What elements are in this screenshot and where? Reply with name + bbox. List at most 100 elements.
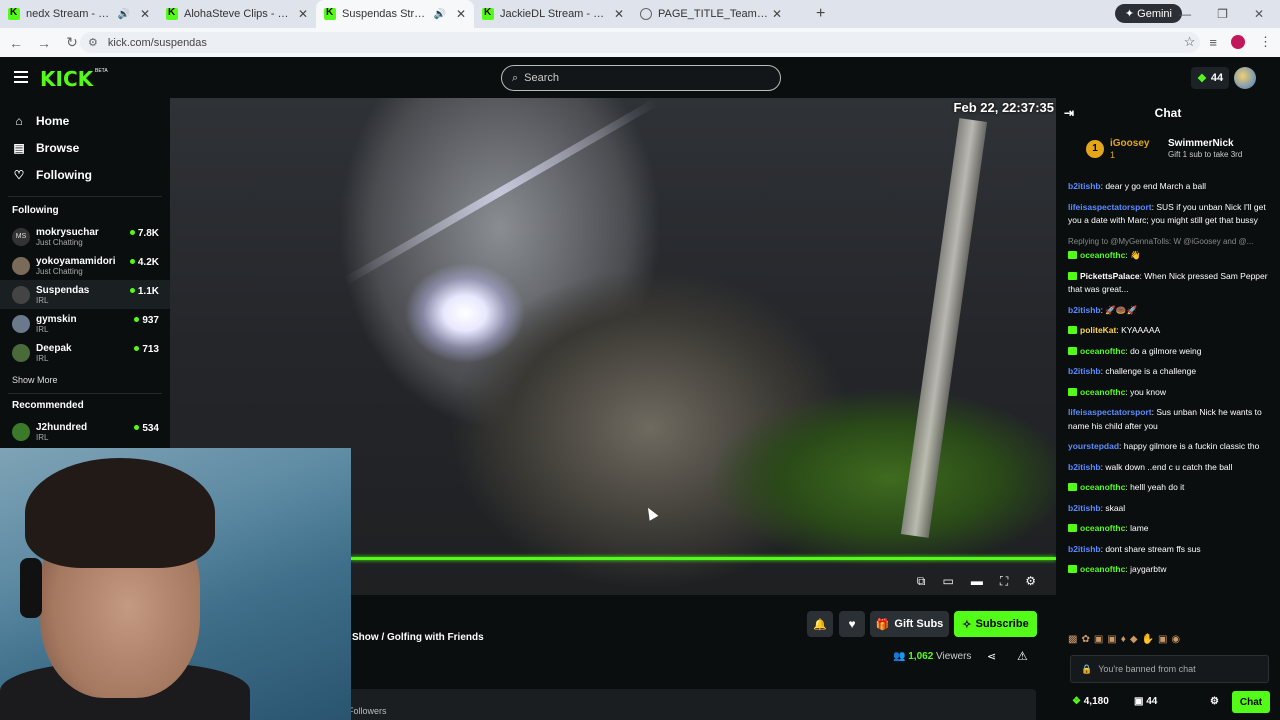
chat-username[interactable]: oceanofthc <box>1080 387 1125 397</box>
chat-settings-icon[interactable]: ⚙ <box>1210 696 1219 707</box>
browser-tab[interactable]: AlohaSteve Clips - Watch Live o✕ <box>158 0 316 28</box>
chat-username[interactable]: oceanofthc <box>1080 523 1125 533</box>
window-controls: — ❐ ✕ <box>1179 0 1280 28</box>
chat-input-banned: 🔒 You're banned from chat <box>1070 655 1269 683</box>
chat-username[interactable]: oceanofthc <box>1080 482 1125 492</box>
points-badge[interactable]: ❖ 44 <box>1191 67 1230 89</box>
menu-icon[interactable] <box>14 71 28 83</box>
close-tab-icon[interactable]: ✕ <box>772 7 782 21</box>
star-icon: ✧ <box>962 618 972 631</box>
fullscreen-icon[interactable]: ⛶ <box>1000 574 1008 589</box>
sidebar-nav-browse[interactable]: ▤ Browse <box>0 134 170 161</box>
home-icon: ⌂ <box>15 113 23 128</box>
sidebar-channel[interactable]: Suspendas IRL 1.1K <box>0 280 170 309</box>
collapse-chat-icon[interactable]: ⇥ <box>1064 106 1074 120</box>
site-info-icon[interactable]: ⚙ <box>88 36 98 49</box>
show-more-link[interactable]: Show More <box>0 375 170 385</box>
emote-bar[interactable]: ▩✿▣▣♦◆✋▣◉ <box>1068 634 1184 645</box>
chat-username[interactable]: b2itishb <box>1068 544 1101 554</box>
reply-context: Replying to @MyGennaTolls: W @iGoosey an… <box>1068 236 1254 246</box>
share-icon[interactable]: ⋖ <box>987 650 996 663</box>
gift-leaderboard[interactable]: 1 iGoosey 1 SwimmerNick Gift 1 sub to ta… <box>1084 136 1274 166</box>
chat-message: b2itishb: 🚀🍩🚀 <box>1068 304 1138 315</box>
chat-username[interactable]: b2itishb <box>1068 305 1101 315</box>
browser-menu-icon[interactable]: ⋮ <box>1259 34 1272 50</box>
chat-username[interactable]: oceanofthc <box>1080 346 1125 356</box>
kick-favicon <box>8 7 20 20</box>
speaker-icon[interactable]: 🔊 <box>433 9 445 20</box>
points-icon: ❖ <box>1072 696 1084 707</box>
subscribe-button[interactable]: ✧ Subscribe <box>954 611 1037 637</box>
speaker-icon[interactable]: 🔊 <box>117 9 129 20</box>
pip-icon[interactable]: ⧉ <box>917 574 926 589</box>
gift-icon: ▣ <box>1134 696 1147 707</box>
gift-subs-button[interactable]: 🎁 Gift Subs <box>870 611 949 637</box>
channel-name: gymskin <box>36 313 77 325</box>
chat-username[interactable]: yourstepdad <box>1068 441 1119 451</box>
sidebar-nav-following[interactable]: ♡ Following <box>0 161 170 188</box>
gift-count[interactable]: ▣ 44 <box>1134 696 1157 707</box>
follow-heart-button[interactable]: ♥ <box>839 611 865 637</box>
sidebar-nav-home[interactable]: ⌂ Home <box>0 107 170 134</box>
back-icon[interactable]: ← <box>4 35 28 51</box>
new-tab-button[interactable]: + <box>816 5 825 23</box>
close-tab-icon[interactable]: ✕ <box>614 7 624 21</box>
browser-tab[interactable]: JackieDL Stream - Watch Live o✕ <box>474 0 632 28</box>
media-control-icon[interactable]: ≡ <box>1209 35 1217 50</box>
minimize-icon[interactable]: — <box>1179 7 1191 21</box>
gemini-button[interactable]: ✦ Gemini <box>1114 4 1182 23</box>
sidebar-channel[interactable]: gymskin IRL 937 <box>0 309 170 338</box>
browser-tab[interactable]: PAGE_TITLE_TeamsUnits_AfterSt✕ <box>632 0 790 28</box>
send-chat-button[interactable]: Chat <box>1232 691 1270 713</box>
browser-tab[interactable]: Suspendas Stream - Watch🔊✕ <box>316 0 474 28</box>
search-icon: ⌕ <box>512 71 519 84</box>
url-field[interactable]: ⚙ kick.com/suspendas <box>80 32 1200 53</box>
close-tab-icon[interactable]: ✕ <box>140 7 150 21</box>
bookmark-star-icon[interactable]: ☆ <box>1184 34 1196 50</box>
profile-avatar[interactable] <box>1231 35 1245 49</box>
close-window-icon[interactable]: ✕ <box>1254 7 1264 21</box>
chat-text: do a gilmore weing <box>1130 345 1202 356</box>
maximize-icon[interactable]: ❐ <box>1217 7 1228 21</box>
channel-avatar: MS <box>12 227 30 246</box>
chat-text: dear y go end March a ball <box>1105 181 1206 191</box>
theater-icon[interactable]: ▬ <box>971 574 983 589</box>
sidebar-channel[interactable]: MS mokrysuchar Just Chatting 7.8K <box>0 222 170 251</box>
chat-message: oceanofthc: jaygarbtw <box>1068 563 1272 577</box>
clip-icon[interactable]: ▭ <box>942 574 953 589</box>
subscriber-badge-icon <box>1068 524 1077 532</box>
sidebar-channel[interactable]: yokoyamamidori Just Chatting 4.2K <box>0 251 170 280</box>
chat-username[interactable]: politeKat <box>1080 325 1116 335</box>
notification-bell-button[interactable]: 🔔 <box>807 611 833 637</box>
user-avatar[interactable] <box>1234 67 1256 89</box>
browser-tab[interactable]: nedx Stream - Watch Live o🔊✕ <box>0 0 158 28</box>
viewer-count: 937 <box>134 315 159 326</box>
channel-avatar <box>12 422 30 441</box>
chat-username[interactable]: PickettsPalace <box>1080 271 1140 281</box>
chat-username[interactable]: b2itishb <box>1068 503 1101 513</box>
chat-message: b2itishb: dont share stream ffs sus <box>1068 543 1201 554</box>
chat-text: happy gilmore is a fuckin classic tho <box>1123 441 1260 451</box>
close-tab-icon[interactable]: ✕ <box>298 7 308 21</box>
viewer-count: 534 <box>134 423 159 434</box>
settings-gear-icon[interactable]: ⚙ <box>1025 574 1036 589</box>
chat-username[interactable]: oceanofthc <box>1080 250 1125 260</box>
lock-icon: 🔒 <box>1081 663 1093 674</box>
chat-username[interactable]: b2itishb <box>1068 366 1101 376</box>
playback-progress[interactable] <box>350 557 1056 560</box>
chat-username[interactable]: oceanofthc <box>1080 564 1125 574</box>
forward-icon[interactable]: → <box>32 35 56 51</box>
sidebar-channel[interactable]: J2hundred IRL 534 <box>0 417 170 446</box>
chat-username[interactable]: b2itishb <box>1068 181 1101 191</box>
sidebar-channel[interactable]: Deepak IRL 713 <box>0 338 170 367</box>
viewer-count: 4.2K <box>129 257 159 268</box>
chat-username[interactable]: b2itishb <box>1068 462 1101 472</box>
chat-username[interactable]: lifeisaspectatorsport <box>1068 407 1152 417</box>
chat-username[interactable]: lifeisaspectatorsport <box>1068 202 1152 212</box>
report-warning-icon[interactable]: ⚠ <box>1017 649 1028 663</box>
close-tab-icon[interactable]: ✕ <box>456 7 466 21</box>
kick-logo[interactable]: KICK <box>40 67 93 91</box>
search-input[interactable]: ⌕ Search <box>501 65 781 91</box>
sidebar-divider <box>8 393 162 394</box>
channel-points[interactable]: ❖ 4,180 <box>1072 696 1109 707</box>
